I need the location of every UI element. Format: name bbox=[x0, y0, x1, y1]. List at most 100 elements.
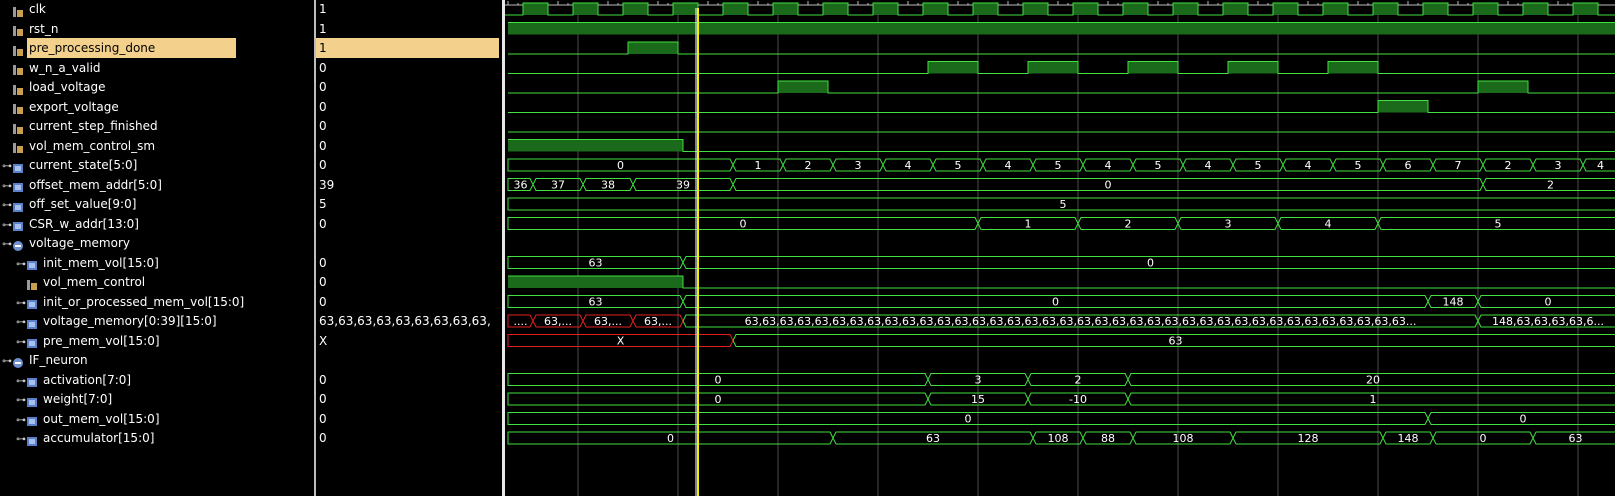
signal-value: 63,63,63,63,63,63,63,63,63, bbox=[319, 314, 491, 328]
bus-value-label: 63 bbox=[589, 296, 603, 309]
signal-value: 0 bbox=[319, 138, 327, 153]
bit-high-fill bbox=[1228, 61, 1278, 74]
signal-name: vol_mem_control bbox=[43, 275, 146, 289]
bus-icon bbox=[26, 257, 38, 270]
signal-value-panel: 1 1 1 0 0 0 0 0 0 39 5 0 0 0 0 63,63,63,63,63,63,63,63,… bbox=[316, 0, 502, 496]
module-icon bbox=[12, 238, 24, 251]
bus-value-label: 2 bbox=[1075, 374, 1082, 387]
clock-high-fill bbox=[973, 3, 998, 15]
bus-value-label: 0 bbox=[715, 374, 722, 387]
signal-value: 0 bbox=[319, 158, 327, 172]
signal-value: 0 bbox=[319, 255, 327, 270]
bus-icon bbox=[26, 433, 38, 446]
bus-value-label: 63 bbox=[1569, 432, 1583, 445]
signal-name: pre_processing_done bbox=[27, 38, 236, 58]
signal-row[interactable]: vol_mem_control_sm bbox=[0, 136, 157, 156]
bit-high-fill bbox=[778, 81, 828, 93]
signal-name: CSR_w_addr[13:0] bbox=[29, 216, 139, 231]
signal-row[interactable]: w_n_a_valid bbox=[0, 58, 103, 78]
signal-row[interactable]: ⊶ voltage_memory bbox=[0, 233, 132, 253]
signal-value: 5 bbox=[319, 197, 327, 211]
bus-value-label: 2 bbox=[1125, 218, 1132, 231]
bus-value-label: 36 bbox=[514, 179, 528, 192]
signal-value: 0 bbox=[319, 372, 327, 387]
bus-value-label: 4 bbox=[1305, 159, 1312, 172]
bus-value-label: 63 bbox=[926, 432, 940, 445]
signal-value: 0 bbox=[319, 216, 327, 231]
bus-value-label: 63,... bbox=[544, 315, 572, 328]
bus-value-label: 2 bbox=[1505, 159, 1512, 172]
signal-row[interactable]: ⊶ init_mem_vol[15:0] bbox=[0, 253, 161, 273]
bus-value-label: 148,63,63,63,63,6... bbox=[1492, 315, 1604, 328]
bus-icon bbox=[26, 374, 38, 387]
signal-name: init_mem_vol[15:0] bbox=[43, 255, 159, 270]
bus-value-label: 15 bbox=[971, 393, 985, 406]
clock-high-fill bbox=[1123, 3, 1148, 15]
bus-value-label: 4 bbox=[1105, 159, 1112, 172]
signal-name: rst_n bbox=[29, 21, 59, 36]
signal-value: 1 bbox=[316, 38, 499, 58]
signal-row[interactable]: export_voltage bbox=[0, 97, 121, 117]
bus-value-label: 4 bbox=[1325, 218, 1332, 231]
signal-row[interactable]: ⊶ CSR_w_addr[13:0] bbox=[0, 214, 141, 234]
bus-value-label: 2 bbox=[1547, 179, 1554, 192]
bus-value-label: 0 bbox=[1520, 413, 1527, 426]
bus-value-label: 38 bbox=[601, 179, 615, 192]
signal-row[interactable]: vol_mem_control bbox=[0, 272, 147, 292]
bus-icon bbox=[26, 413, 38, 426]
bus-value-label: 63 bbox=[1169, 335, 1183, 348]
clock-high-fill bbox=[1173, 3, 1198, 15]
clock-high-fill bbox=[1573, 3, 1598, 15]
signal-bit-icon bbox=[12, 23, 24, 36]
signal-value bbox=[316, 233, 319, 253]
bit-high-fill bbox=[1328, 61, 1378, 74]
signal-row[interactable]: ⊶ voltage_memory[0:39][15:0] bbox=[0, 311, 219, 331]
bit-high-fill bbox=[1028, 61, 1078, 74]
signal-row[interactable]: ⊶ init_or_processed_mem_vol[15:0] bbox=[0, 292, 246, 312]
clock-high-fill bbox=[673, 3, 698, 15]
signal-row[interactable]: ⊶ weight[7:0] bbox=[0, 389, 114, 409]
signal-name: w_n_a_valid bbox=[29, 60, 101, 75]
signal-name: voltage_memory bbox=[29, 236, 130, 250]
signal-value: 0 bbox=[319, 294, 327, 309]
signal-name: pre_mem_vol[15:0] bbox=[43, 333, 160, 348]
bus-value-label: 1 bbox=[1370, 393, 1377, 406]
bus-icon bbox=[26, 335, 38, 348]
bus-value-label: 2 bbox=[805, 159, 812, 172]
signal-row[interactable]: ⊶ current_state[5:0] bbox=[0, 155, 139, 175]
bus-value-label: 7 bbox=[1455, 159, 1462, 172]
signal-row[interactable]: ⊶ off_set_value[9:0] bbox=[0, 194, 138, 214]
signal-row[interactable]: ⊶ offset_mem_addr[5:0] bbox=[0, 175, 164, 195]
clock-high-fill bbox=[823, 3, 848, 15]
signal-row[interactable]: clk bbox=[0, 0, 48, 19]
signal-name: accumulator[15:0] bbox=[43, 431, 155, 445]
module-icon bbox=[12, 355, 24, 368]
bus-icon bbox=[12, 160, 24, 173]
signal-row[interactable]: ⊶ out_mem_vol[15:0] bbox=[0, 409, 162, 429]
clock-high-fill bbox=[1023, 3, 1048, 15]
signal-row[interactable]: load_voltage bbox=[0, 77, 107, 97]
signal-name: IF_neuron bbox=[29, 353, 88, 367]
clock-high-fill bbox=[523, 3, 548, 15]
bus-value-label: 5 bbox=[1495, 218, 1502, 231]
signal-row[interactable]: pre_processing_done bbox=[0, 38, 236, 58]
signal-name: activation[7:0] bbox=[43, 372, 132, 387]
bus-value-label: 88 bbox=[1101, 432, 1115, 445]
waveform-canvas[interactable]: 0 1 2 3 4 5 4 5 4 5 4 5 4 5 6 7 2 3 436 37 38 39 0 250 1 2 3 4 563 06… bbox=[505, 0, 1615, 496]
bus-value-label: 63,63,63,63,63,63,63,63,63,63,63,63,63,6… bbox=[745, 315, 1417, 328]
bus-value-label: 1 bbox=[755, 159, 762, 172]
bus-value-label: 4 bbox=[1597, 159, 1604, 172]
bus-value-label: 128 bbox=[1298, 432, 1319, 445]
signal-row[interactable]: ⊶ pre_mem_vol[15:0] bbox=[0, 331, 162, 351]
bus-value-label: 0 bbox=[715, 393, 722, 406]
signal-row[interactable]: ⊶ activation[7:0] bbox=[0, 370, 133, 390]
expand-toggle-icon[interactable]: ⊶ bbox=[16, 430, 26, 450]
signal-row[interactable]: ⊶ accumulator[15:0] bbox=[0, 428, 156, 448]
signal-row[interactable]: current_step_finished bbox=[0, 116, 160, 136]
bus-icon bbox=[12, 179, 24, 192]
signal-name-panel: clk rst_n pre_processing_done w_n_a_validlo… bbox=[0, 0, 314, 496]
signal-row[interactable]: rst_n bbox=[0, 19, 61, 39]
bus-value-label: 6 bbox=[1405, 159, 1412, 172]
signal-row[interactable]: ⊶ IF_neuron bbox=[0, 350, 90, 370]
bit-high-fill bbox=[508, 139, 683, 152]
